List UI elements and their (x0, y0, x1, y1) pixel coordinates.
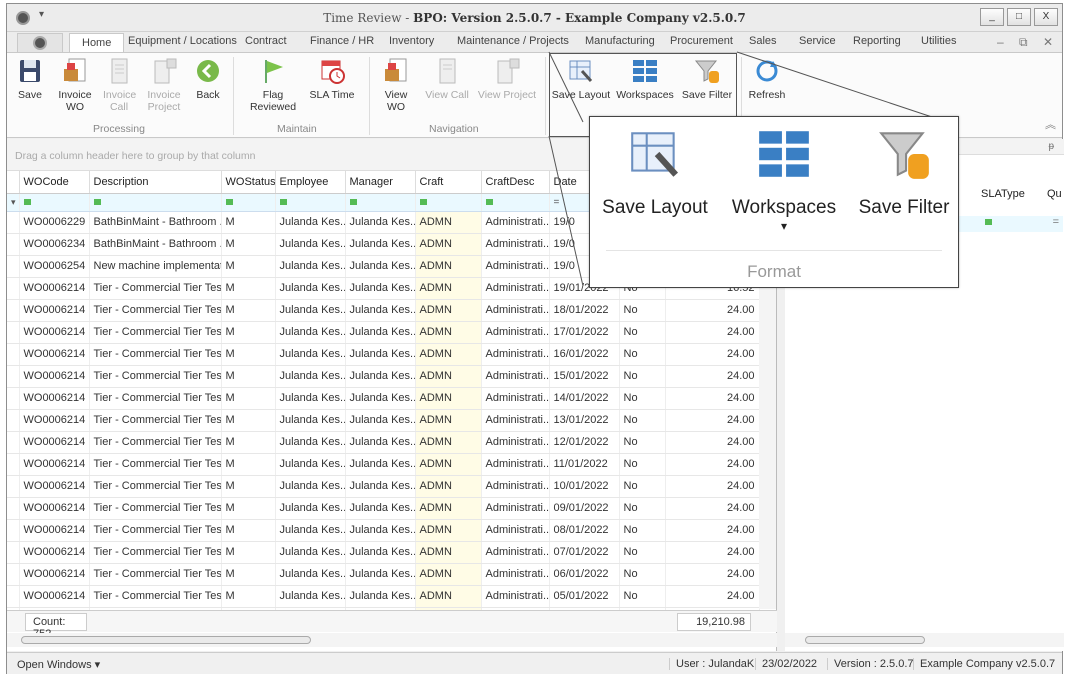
zoom-save-layout-button[interactable]: Save Layout (596, 125, 714, 219)
status-bar: Open Windows ▾ User : JulandaK 23/02/202… (7, 652, 1062, 674)
zoom-connector-lines (548, 51, 948, 287)
workspaces-grid-icon (759, 131, 809, 177)
status-version: Version : 2.5.0.7 (827, 658, 914, 670)
save-layout-icon (631, 132, 679, 177)
dropdown-arrow-icon: ▾ (780, 219, 788, 233)
status-user: User : JulandaK (669, 658, 754, 670)
zoom-workspaces-button[interactable]: Workspaces ▾ (726, 125, 842, 233)
zoom-group-label-format: Format (747, 262, 801, 281)
zoom-group-divider (606, 250, 942, 251)
app-window: ▾ Time Review - BPO: Version 2.5.0.7 - E… (6, 3, 1064, 674)
open-windows-menu[interactable]: Open Windows ▾ (17, 658, 100, 671)
status-company: Example Company v2.5.0.7 (913, 658, 1055, 670)
zoom-save-filter-button[interactable]: Save Filter (852, 125, 956, 219)
save-filter-icon (879, 132, 929, 179)
status-date: 23/02/2022 (755, 658, 817, 670)
format-group-zoom-callout: Save Layout Workspaces ▾ Save Filter For… (589, 116, 959, 288)
